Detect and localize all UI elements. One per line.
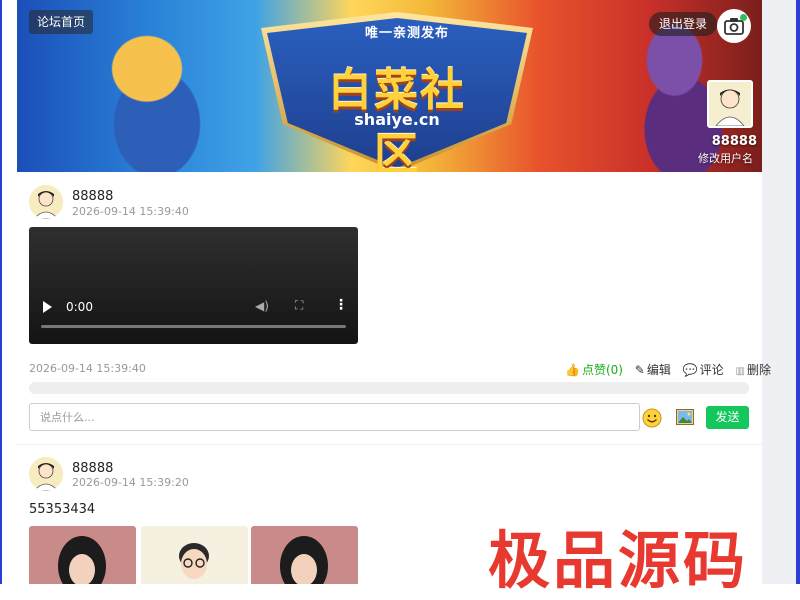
comment-icon[interactable]: 💬 xyxy=(683,363,698,377)
avatar-illustration xyxy=(29,185,63,219)
post-actions: 👍 点赞(0) ✎ 编辑 💬 评论 ▥ 删除 xyxy=(565,361,773,378)
post-meta-time: 2026-09-14 15:39:40 xyxy=(29,362,146,375)
trash-icon[interactable]: ▥ xyxy=(735,366,744,377)
video-time: 0:00 xyxy=(66,300,93,314)
profile-avatar[interactable] xyxy=(707,80,753,128)
comment-button[interactable]: 评论 xyxy=(700,363,724,377)
more-options-icon[interactable]: ⋮ xyxy=(334,297,348,313)
window-frame-left xyxy=(0,0,2,584)
post-image-thumbnail[interactable] xyxy=(141,526,248,584)
comment-list-area xyxy=(29,382,749,394)
post-card: 88888 2026-09-14 15:39:40 0:00 ◀) ⛶ ⋮ 20… xyxy=(17,172,771,445)
send-button[interactable]: 发送 xyxy=(706,406,749,429)
post-author[interactable]: 88888 xyxy=(72,461,113,476)
portrait-illustration xyxy=(58,536,106,584)
post-time: 2026-09-14 15:39:40 xyxy=(72,205,189,218)
post-image-thumbnail[interactable] xyxy=(251,526,358,584)
logout-button[interactable]: 退出登录 xyxy=(649,12,718,36)
status-dot xyxy=(740,14,747,21)
avatar[interactable] xyxy=(29,457,63,491)
avatar[interactable] xyxy=(29,185,63,219)
banner-tagline: 唯一亲测发布 xyxy=(364,26,449,41)
volume-icon[interactable]: ◀) xyxy=(255,299,269,313)
change-username-link[interactable]: 修改用户名 xyxy=(677,150,753,166)
image-upload-icon[interactable] xyxy=(676,409,694,425)
delete-button[interactable]: 删除 xyxy=(747,363,771,377)
portrait-illustration xyxy=(179,543,209,579)
edit-button[interactable]: 编辑 xyxy=(647,363,671,377)
site-domain: shaiye.cn xyxy=(354,110,440,129)
emoji-icon[interactable] xyxy=(642,408,662,428)
pencil-icon[interactable]: ✎ xyxy=(635,363,645,377)
video-progress-track[interactable] xyxy=(41,325,346,328)
page-gutter-right xyxy=(762,0,800,584)
avatar-illustration xyxy=(709,82,751,126)
like-button[interactable]: 点赞(0) xyxy=(582,363,623,377)
thumbs-up-icon[interactable]: 👍 xyxy=(565,363,580,377)
comment-input[interactable] xyxy=(29,403,640,431)
fullscreen-icon[interactable]: ⛶ xyxy=(295,298,303,313)
video-player[interactable]: 0:00 ◀) ⛶ ⋮ xyxy=(29,227,358,344)
forum-page: 唯一亲测发布 白菜社区 shaiye.cn 论坛首页 退出登录 88888 修改… xyxy=(17,0,771,584)
portrait-illustration xyxy=(280,536,328,584)
header-banner: 唯一亲测发布 白菜社区 shaiye.cn 论坛首页 退出登录 88888 修改… xyxy=(17,0,762,172)
avatar-illustration xyxy=(29,457,63,491)
post-author[interactable]: 88888 xyxy=(72,189,113,204)
forum-home-button[interactable]: 论坛首页 xyxy=(29,10,94,34)
profile-username: 88888 xyxy=(711,134,757,149)
change-cover-button[interactable] xyxy=(717,9,751,43)
window-frame-right xyxy=(796,0,800,584)
post-text: 55353434 xyxy=(29,502,96,517)
play-icon[interactable] xyxy=(43,301,52,313)
watermark-text: 极品源码 xyxy=(488,524,749,597)
post-time: 2026-09-14 15:39:20 xyxy=(72,476,189,489)
post-image-thumbnail[interactable] xyxy=(29,526,136,584)
